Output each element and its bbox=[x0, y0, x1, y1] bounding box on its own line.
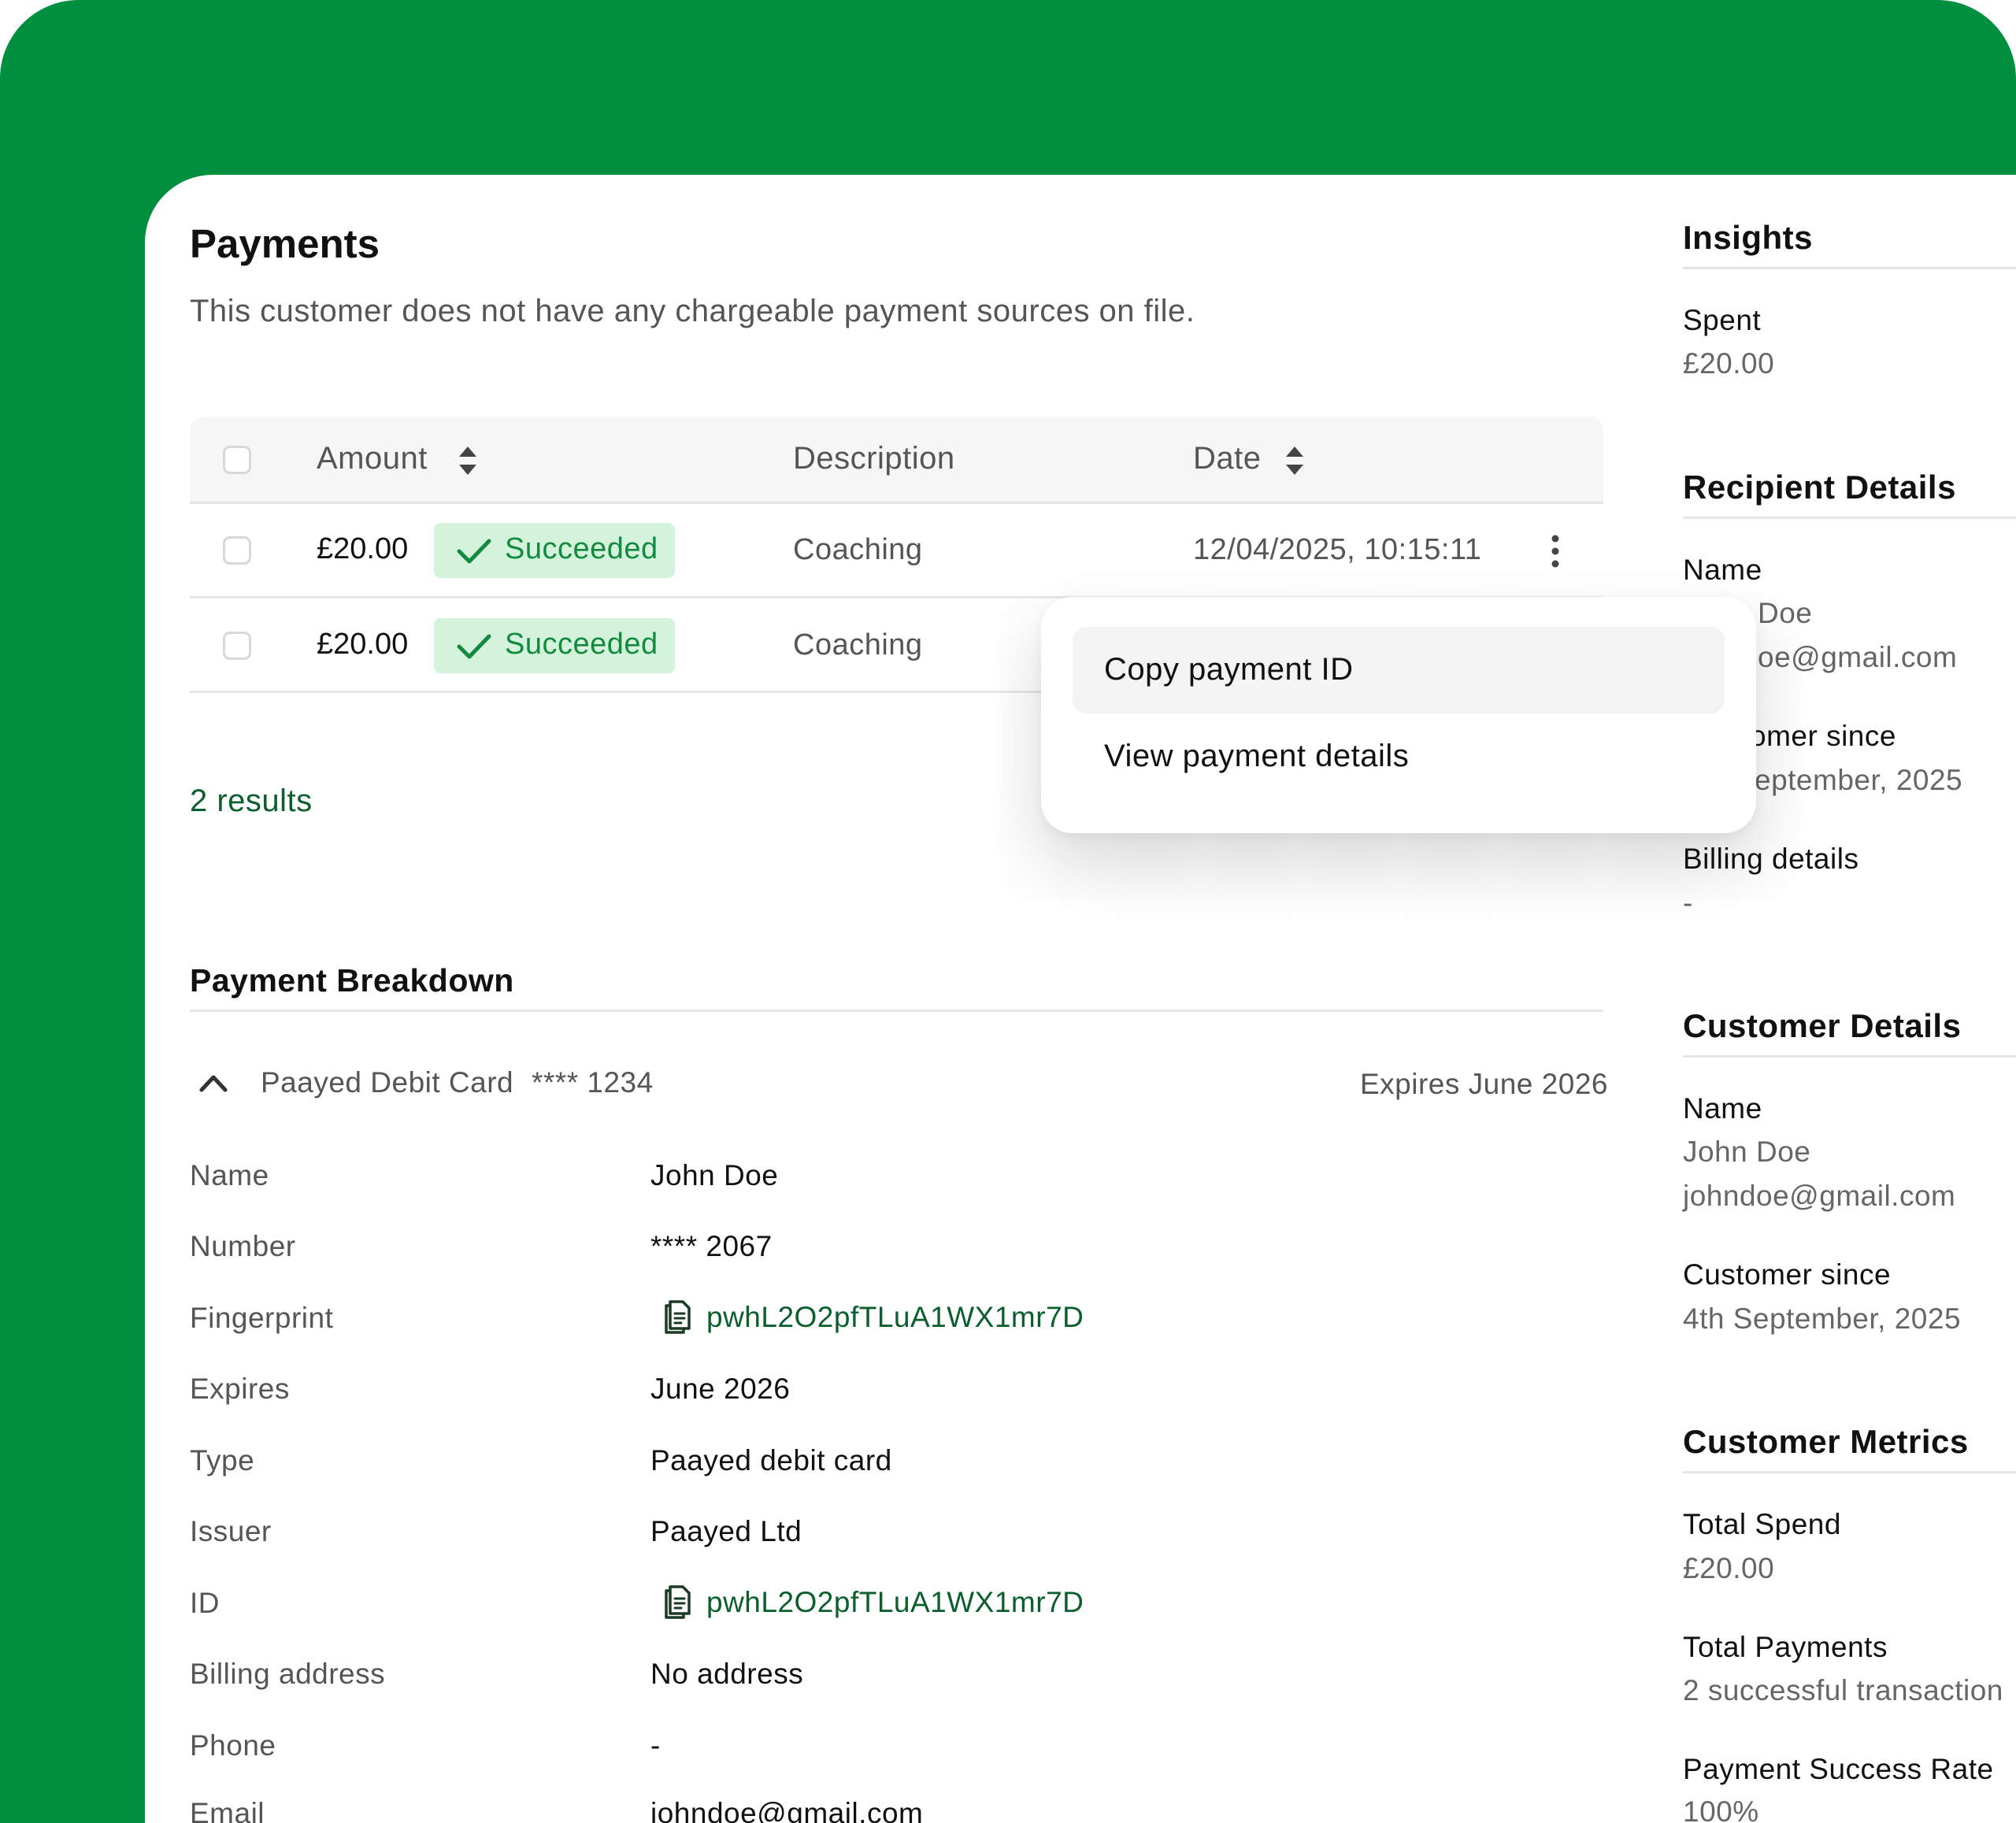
field-value-phone: - bbox=[650, 1729, 661, 1762]
billing-details-value: - bbox=[1683, 887, 1693, 919]
billing-details-label: Billing details bbox=[1683, 843, 1859, 875]
sort-icon[interactable] bbox=[1284, 443, 1306, 478]
customer-since-value: 4th September, 2025 bbox=[1683, 1302, 1962, 1335]
field-value-number: **** 2067 bbox=[650, 1230, 773, 1262]
payment-amount: £20.00 bbox=[317, 628, 409, 661]
status-text: Succeeded bbox=[505, 532, 658, 565]
section-divider bbox=[190, 1010, 1603, 1012]
row-checkbox[interactable] bbox=[223, 632, 251, 660]
chevron-up-icon[interactable] bbox=[198, 1073, 228, 1093]
recipient-since-value: eptember, 2025 bbox=[1755, 764, 1963, 796]
section-divider bbox=[1683, 517, 2016, 519]
field-label-email: Email bbox=[190, 1797, 265, 1823]
payment-date: 12/04/2025, 10:15:11 bbox=[1193, 533, 1482, 566]
row-context-menu: Copy payment ID View payment details bbox=[1041, 597, 1756, 833]
field-label-phone: Phone bbox=[190, 1729, 276, 1762]
field-label-name: Name bbox=[190, 1159, 269, 1191]
field-value-email: johndoe@gmail.com bbox=[650, 1797, 924, 1823]
total-payments-label: Total Payments bbox=[1683, 1631, 1888, 1663]
field-value-expires: June 2026 bbox=[650, 1373, 791, 1405]
success-rate-label: Payment Success Rate bbox=[1683, 1753, 1994, 1785]
select-all-checkbox[interactable] bbox=[223, 446, 251, 474]
field-label-type: Type bbox=[190, 1444, 255, 1477]
total-spend-value: £20.00 bbox=[1683, 1552, 1775, 1584]
spent-label: Spent bbox=[1683, 304, 1762, 336]
status-badge: Succeeded bbox=[434, 523, 675, 578]
menu-item-view-payment-details[interactable]: View payment details bbox=[1104, 739, 1409, 774]
copy-icon[interactable] bbox=[662, 1299, 693, 1336]
recipient-name-label: Name bbox=[1683, 554, 1762, 586]
recipient-name-value: Doe bbox=[1758, 597, 1813, 629]
field-label-issuer: Issuer bbox=[190, 1515, 272, 1547]
success-rate-value: 100% bbox=[1683, 1795, 1759, 1823]
results-count: 2 results bbox=[190, 784, 313, 818]
status-badge: Succeeded bbox=[434, 618, 675, 673]
field-label-billing-address: Billing address bbox=[190, 1658, 386, 1690]
customer-since-label: Customer since bbox=[1683, 1258, 1892, 1291]
breakdown-title: Payment Breakdown bbox=[190, 962, 514, 999]
id-link[interactable]: pwhL2O2pfTLuA1WX1mr7D bbox=[706, 1586, 1084, 1619]
check-icon bbox=[457, 539, 491, 564]
copy-icon[interactable] bbox=[662, 1584, 693, 1621]
sort-icon[interactable] bbox=[457, 443, 479, 478]
recipient-email-value: oe@gmail.com bbox=[1758, 641, 1958, 673]
total-spend-label: Total Spend bbox=[1683, 1508, 1841, 1540]
recipient-details-title: Recipient Details bbox=[1683, 469, 1956, 506]
card-mask: **** 1234 bbox=[532, 1066, 654, 1099]
spent-value: £20.00 bbox=[1683, 347, 1775, 380]
total-payments-value: 2 successful transaction bbox=[1683, 1674, 2003, 1706]
column-header-date[interactable]: Date bbox=[1193, 441, 1262, 476]
fingerprint-link[interactable]: pwhL2O2pfTLuA1WX1mr7D bbox=[706, 1301, 1084, 1334]
app-window: Payments This customer does not have any… bbox=[0, 0, 2016, 1823]
menu-item-copy-payment-id-label[interactable]: Copy payment ID bbox=[1104, 652, 1354, 687]
field-value-type: Paayed debit card bbox=[650, 1444, 892, 1477]
customer-metrics-title: Customer Metrics bbox=[1683, 1423, 1969, 1460]
field-label-number: Number bbox=[190, 1230, 296, 1262]
page-subtitle: This customer does not have any chargeab… bbox=[190, 294, 1195, 328]
field-label-id: ID bbox=[190, 1587, 220, 1619]
customer-name-label: Name bbox=[1683, 1092, 1762, 1125]
card-name: Paayed Debit Card bbox=[261, 1066, 514, 1099]
page-title: Payments bbox=[190, 221, 380, 266]
field-value-issuer: Paayed Ltd bbox=[650, 1515, 802, 1547]
customer-email-value: johndoe@gmail.com bbox=[1683, 1180, 1956, 1212]
column-header-description: Description bbox=[793, 441, 955, 476]
customer-details-title: Customer Details bbox=[1683, 1007, 1962, 1044]
field-value-billing-address: No address bbox=[650, 1658, 804, 1690]
section-divider bbox=[1683, 267, 2016, 269]
section-divider bbox=[1683, 1055, 2016, 1058]
payment-description: Coaching bbox=[793, 533, 923, 566]
field-label-fingerprint: Fingerprint bbox=[190, 1302, 334, 1334]
insights-title: Insights bbox=[1683, 219, 1814, 256]
payment-description: Coaching bbox=[793, 628, 923, 661]
field-label-expires: Expires bbox=[190, 1373, 290, 1405]
field-value-name: John Doe bbox=[650, 1159, 779, 1191]
recipient-since-label: omer since bbox=[1750, 720, 1896, 752]
card-expiry: Expires June 2026 bbox=[1360, 1068, 1608, 1100]
check-icon bbox=[457, 634, 491, 659]
row-checkbox[interactable] bbox=[223, 536, 251, 565]
payment-amount: £20.00 bbox=[317, 532, 409, 565]
kebab-menu-icon[interactable] bbox=[1546, 534, 1565, 569]
column-header-amount[interactable]: Amount bbox=[317, 441, 428, 476]
customer-name-value: John Doe bbox=[1683, 1136, 1811, 1168]
section-divider bbox=[1683, 1471, 2016, 1473]
status-text: Succeeded bbox=[505, 628, 658, 661]
